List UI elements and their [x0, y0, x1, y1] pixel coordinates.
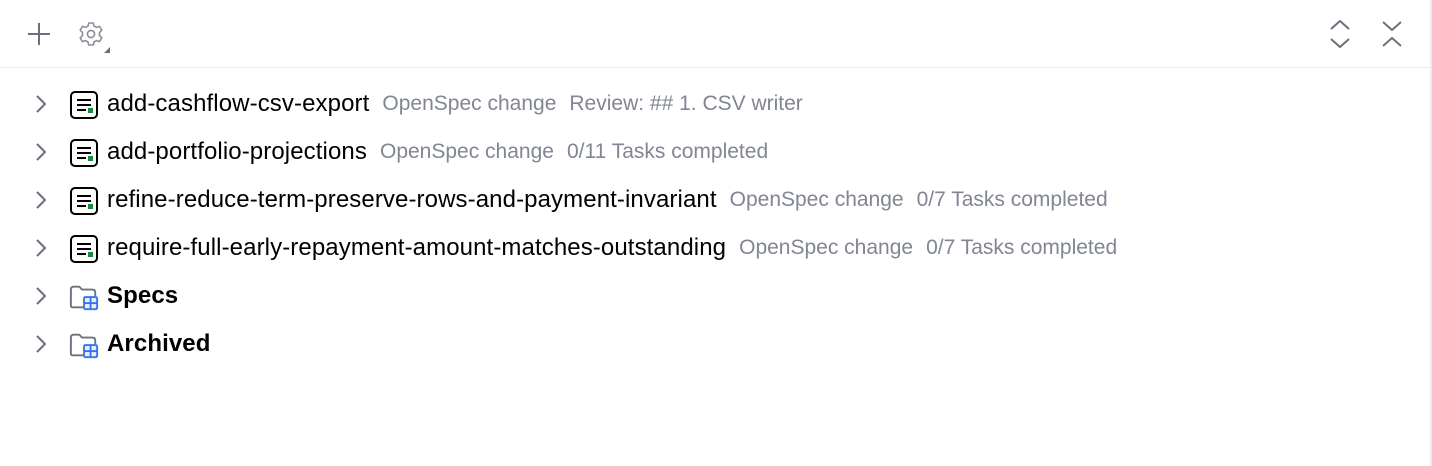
change-name: require-full-early-repayment-amount-matc… — [107, 234, 727, 261]
chevron-right-icon[interactable] — [32, 333, 50, 355]
change-name: refine-reduce-term-preserve-rows-and-pay… — [107, 186, 717, 213]
chevron-right-icon[interactable] — [32, 93, 50, 115]
chevron-right-icon[interactable] — [32, 189, 50, 211]
change-status: Review: ## 1. CSV writer — [569, 92, 803, 115]
settings-dropdown-button[interactable] — [72, 14, 112, 54]
openspec-tool-window: add-cashflow-csv-export OpenSpec change … — [0, 0, 1432, 466]
change-type: OpenSpec change — [382, 92, 557, 115]
change-doc-icon — [69, 138, 99, 168]
change-status: 0/11 Tasks completed — [566, 140, 769, 163]
change-doc-icon — [69, 90, 99, 120]
change-status: 0/7 Tasks completed — [926, 236, 1118, 259]
tree-row-change[interactable]: add-cashflow-csv-export OpenSpec change … — [0, 80, 1430, 128]
module-folder-icon — [69, 330, 99, 360]
change-doc-icon — [69, 234, 99, 264]
chevron-right-icon[interactable] — [32, 141, 50, 163]
collapse-all-button[interactable] — [1372, 14, 1412, 54]
plus-icon — [28, 23, 50, 45]
change-name: add-portfolio-projections — [107, 138, 367, 165]
tree-row-change[interactable]: refine-reduce-term-preserve-rows-and-pay… — [0, 176, 1430, 224]
toolbar — [0, 0, 1430, 68]
chevron-right-icon[interactable] — [32, 285, 50, 307]
module-folder-icon — [69, 282, 99, 312]
gear-icon — [79, 22, 110, 53]
changes-tree: add-cashflow-csv-export OpenSpec change … — [0, 80, 1430, 368]
expand-all-icon — [1330, 20, 1350, 48]
archived-label: Archived — [107, 330, 211, 357]
chevron-right-icon[interactable] — [32, 237, 50, 259]
change-doc-icon — [69, 186, 99, 216]
change-status: 0/7 Tasks completed — [916, 188, 1108, 211]
collapse-all-icon — [1382, 21, 1402, 47]
expand-all-button[interactable] — [1320, 14, 1360, 54]
tree-row-specs[interactable]: Specs — [0, 272, 1430, 320]
change-type: OpenSpec change — [739, 236, 914, 259]
specs-label: Specs — [107, 282, 179, 309]
change-type: OpenSpec change — [729, 188, 904, 211]
tree-row-change[interactable]: add-portfolio-projections OpenSpec chang… — [0, 128, 1430, 176]
tree-row-change[interactable]: require-full-early-repayment-amount-matc… — [0, 224, 1430, 272]
change-type: OpenSpec change — [379, 140, 554, 163]
add-button[interactable] — [19, 14, 59, 54]
tree-row-archived[interactable]: Archived — [0, 320, 1430, 368]
change-name: add-cashflow-csv-export — [107, 90, 370, 117]
